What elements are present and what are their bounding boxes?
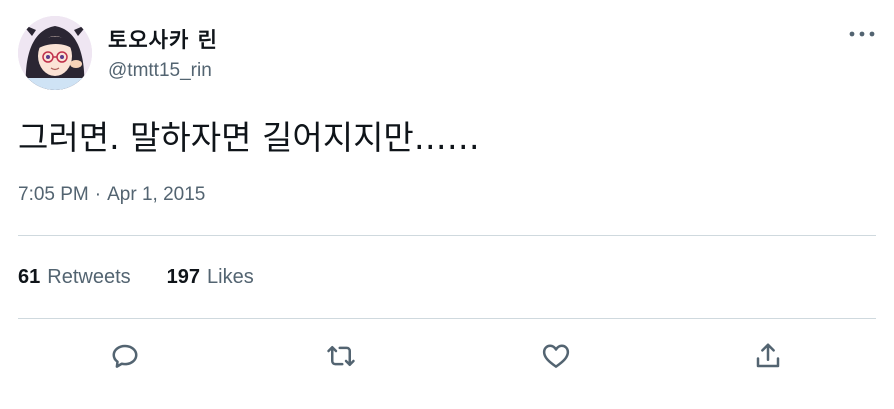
likes-count: 197 (166, 266, 200, 288)
reply-button[interactable] (105, 336, 145, 376)
divider-top (18, 235, 876, 236)
tweet-date-link[interactable]: Apr 1, 2015 (107, 184, 205, 206)
timestamp-separator: · (94, 184, 102, 205)
divider-bottom (18, 318, 876, 319)
display-name[interactable]: 토오사카 린 (108, 24, 218, 54)
more-options-button[interactable] (846, 22, 878, 46)
heart-icon (542, 344, 570, 368)
retweets-stat[interactable]: 61 Retweets (18, 266, 131, 289)
share-button[interactable] (748, 336, 788, 376)
likes-label: Likes (207, 266, 254, 288)
tweet-actions-bar (0, 336, 894, 376)
retweets-count: 61 (18, 266, 41, 288)
tweet-timestamp: 7:05 PM · Apr 1, 2015 (18, 184, 205, 206)
avatar[interactable] (18, 16, 92, 90)
retweet-button[interactable] (321, 336, 361, 376)
tweet-text: 그러면. 말하자면 길어지지만…… (18, 118, 480, 157)
tweet-time-link[interactable]: 7:05 PM (18, 184, 89, 206)
more-dots-icon (849, 31, 875, 37)
avatar-image (18, 16, 92, 90)
reply-icon (112, 344, 138, 368)
tweet-stats: 61 Retweets 197 Likes (18, 266, 254, 289)
user-handle[interactable]: @tmtt15_rin (108, 60, 212, 82)
like-button[interactable] (536, 336, 576, 376)
retweet-icon (327, 346, 355, 366)
share-icon (756, 343, 780, 368)
likes-stat[interactable]: 197 Likes (167, 266, 254, 289)
retweets-label: Retweets (47, 266, 131, 288)
